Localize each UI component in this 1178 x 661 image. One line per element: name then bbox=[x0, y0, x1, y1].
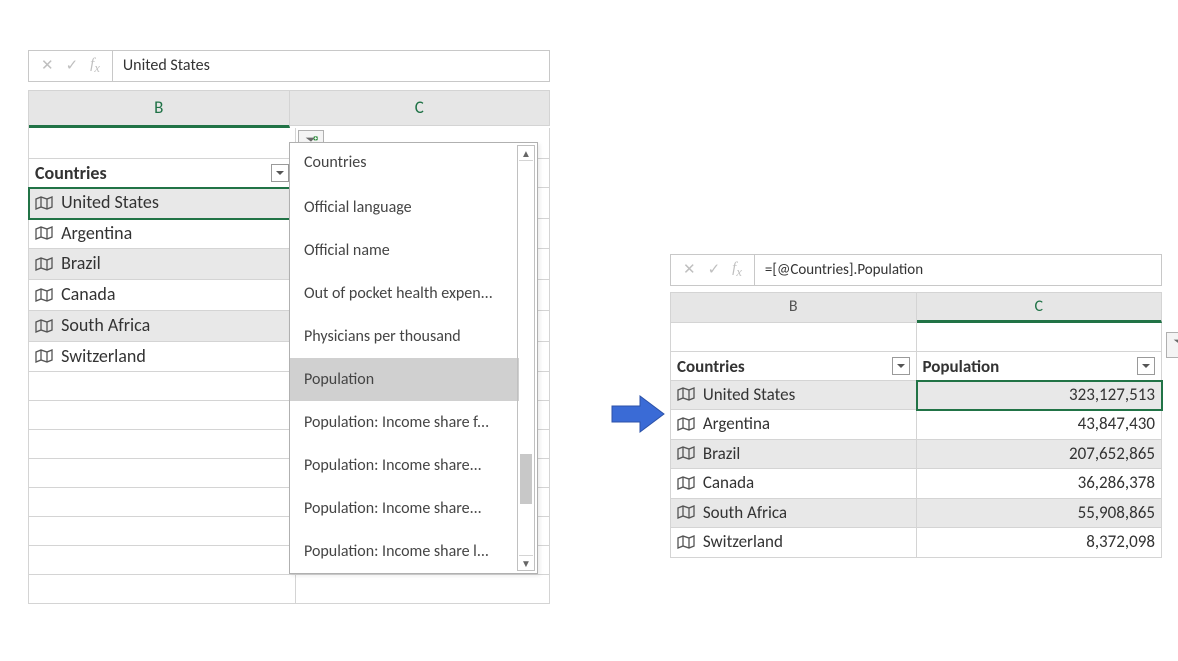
country-name: Switzerland bbox=[61, 345, 146, 367]
after-state-panel: ✕ ✓ fx =[@Countries].Population B C Coun… bbox=[670, 254, 1162, 558]
scroll-down-icon[interactable]: ▼ bbox=[519, 555, 533, 570]
formula-bar: ✕ ✓ fx United States bbox=[28, 50, 550, 82]
table-header-countries[interactable]: Countries bbox=[29, 159, 296, 188]
cancel-icon[interactable]: ✕ bbox=[677, 255, 702, 285]
extract-fields-button[interactable] bbox=[1166, 332, 1178, 358]
cell[interactable] bbox=[29, 488, 296, 517]
cell-population[interactable]: 207,652,865 bbox=[917, 440, 1163, 469]
map-icon bbox=[677, 474, 695, 495]
country-name: United States bbox=[703, 384, 795, 405]
formula-bar: ✕ ✓ fx =[@Countries].Population bbox=[670, 254, 1162, 286]
cell[interactable] bbox=[29, 575, 296, 604]
country-name: United States bbox=[61, 191, 159, 213]
cell-country[interactable]: Argentina bbox=[671, 410, 917, 439]
col-header-b[interactable]: B bbox=[671, 293, 917, 323]
cell-country[interactable]: Brazil bbox=[671, 440, 917, 469]
field-dropdown: Countries Official language Official nam… bbox=[289, 142, 538, 574]
map-icon bbox=[35, 254, 53, 276]
table-header-population[interactable]: Population bbox=[917, 352, 1163, 381]
confirm-icon[interactable]: ✓ bbox=[60, 51, 85, 81]
cell-country[interactable]: United States bbox=[671, 381, 917, 410]
dropdown-item[interactable]: Official language bbox=[290, 186, 519, 229]
filter-button[interactable] bbox=[271, 164, 289, 182]
formula-input[interactable]: =[@Countries].Population bbox=[755, 255, 1161, 285]
map-icon bbox=[677, 415, 695, 436]
cell[interactable] bbox=[29, 372, 296, 401]
dropdown-item[interactable]: Out of pocket health expen... bbox=[290, 272, 519, 315]
cell-country[interactable]: Switzerland bbox=[29, 342, 296, 373]
map-icon bbox=[35, 223, 53, 245]
cell[interactable] bbox=[29, 459, 296, 488]
scroll-thumb[interactable] bbox=[520, 454, 532, 504]
cell-population[interactable]: 55,908,865 bbox=[917, 499, 1163, 528]
table-header-label: Countries bbox=[35, 162, 107, 184]
cell-country[interactable]: Switzerland bbox=[671, 528, 917, 557]
dropdown-item[interactable]: Population: Income share l... bbox=[290, 530, 519, 573]
fx-icon[interactable]: fx bbox=[726, 253, 748, 287]
map-icon bbox=[677, 385, 695, 406]
country-name: Switzerland bbox=[703, 531, 783, 552]
table-header-countries[interactable]: Countries bbox=[671, 352, 917, 381]
cell[interactable] bbox=[29, 517, 296, 546]
cell-country[interactable]: South Africa bbox=[29, 311, 296, 342]
map-icon bbox=[35, 285, 53, 307]
spreadsheet-grid: Countries Population United States 323,1… bbox=[670, 323, 1162, 558]
country-name: Argentina bbox=[61, 222, 132, 244]
formula-input[interactable]: United States bbox=[113, 51, 549, 81]
col-header-c[interactable]: C bbox=[290, 91, 551, 126]
country-name: Brazil bbox=[703, 443, 741, 464]
cell-population[interactable]: 323,127,513 bbox=[917, 381, 1163, 410]
cell-country[interactable]: United States bbox=[29, 188, 296, 219]
scroll-up-icon[interactable]: ▲ bbox=[519, 146, 533, 161]
column-headers: B C bbox=[670, 292, 1162, 323]
country-name: Canada bbox=[703, 472, 754, 493]
cell-country[interactable]: Argentina bbox=[29, 219, 296, 250]
fx-icon[interactable]: fx bbox=[84, 49, 106, 83]
cancel-icon[interactable]: ✕ bbox=[35, 51, 60, 81]
cell-population[interactable]: 43,847,430 bbox=[917, 410, 1163, 439]
cell[interactable] bbox=[29, 401, 296, 430]
map-icon bbox=[677, 533, 695, 554]
map-icon bbox=[677, 503, 695, 524]
dropdown-item[interactable]: Physicians per thousand bbox=[290, 315, 519, 358]
cell[interactable] bbox=[917, 323, 1163, 352]
cell-population[interactable]: 36,286,378 bbox=[917, 469, 1163, 498]
cell[interactable] bbox=[29, 546, 296, 575]
dropdown-item[interactable]: Official name bbox=[290, 229, 519, 272]
cell[interactable] bbox=[29, 128, 296, 159]
table-header-label: Countries bbox=[677, 356, 745, 377]
map-icon bbox=[35, 346, 53, 368]
country-name: South Africa bbox=[61, 314, 150, 336]
country-name: Canada bbox=[61, 283, 115, 305]
dropdown-item[interactable]: Population: Income share f... bbox=[290, 401, 519, 444]
dropdown-item-selected[interactable]: Population bbox=[290, 358, 519, 401]
column-headers: B C bbox=[28, 90, 550, 128]
filter-button[interactable] bbox=[892, 357, 910, 375]
cell-country[interactable]: Canada bbox=[29, 280, 296, 311]
arrow-right-icon bbox=[610, 394, 666, 439]
map-icon bbox=[677, 444, 695, 465]
country-name: South Africa bbox=[703, 502, 787, 523]
before-state-panel: ✕ ✓ fx United States B C Countries bbox=[28, 50, 550, 604]
col-header-c[interactable]: C bbox=[917, 293, 1163, 323]
col-header-b[interactable]: B bbox=[29, 91, 290, 128]
map-icon bbox=[35, 316, 53, 338]
country-name: Brazil bbox=[61, 252, 101, 274]
map-icon bbox=[35, 193, 53, 215]
cell-country[interactable]: South Africa bbox=[671, 499, 917, 528]
cell-population[interactable]: 8,372,098 bbox=[917, 528, 1163, 557]
table-header-label: Population bbox=[923, 356, 1000, 377]
filter-button[interactable] bbox=[1137, 357, 1155, 375]
cell[interactable] bbox=[29, 430, 296, 459]
dropdown-item[interactable]: Countries bbox=[290, 143, 519, 186]
cell-country[interactable]: Brazil bbox=[29, 249, 296, 280]
country-name: Argentina bbox=[703, 413, 770, 434]
dropdown-item[interactable]: Population: Income share... bbox=[290, 444, 519, 487]
scrollbar[interactable]: ▲ ▼ bbox=[517, 145, 535, 571]
cell[interactable] bbox=[296, 575, 551, 604]
dropdown-item[interactable]: Population: Income share... bbox=[290, 487, 519, 530]
cell-country[interactable]: Canada bbox=[671, 469, 917, 498]
cell[interactable] bbox=[671, 323, 917, 352]
confirm-icon[interactable]: ✓ bbox=[702, 255, 727, 285]
